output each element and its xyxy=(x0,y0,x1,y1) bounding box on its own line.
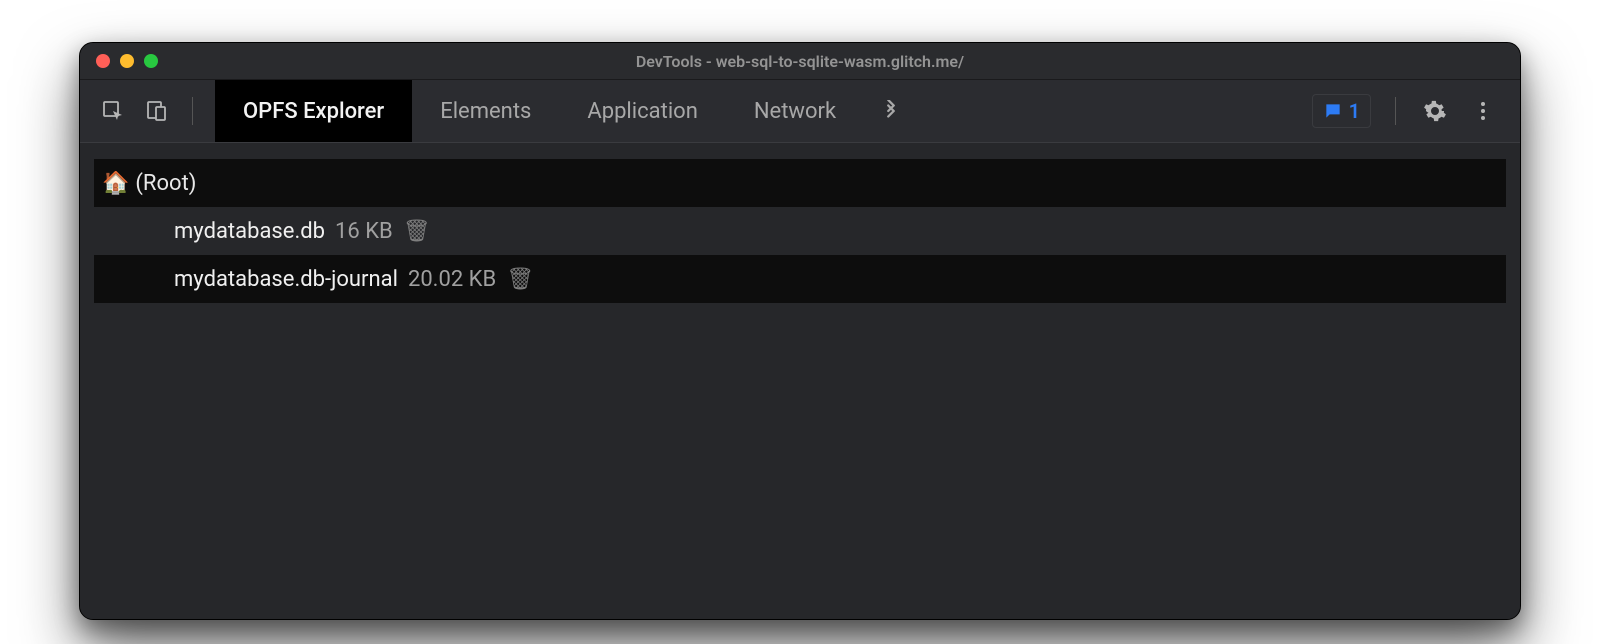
issues-count: 1 xyxy=(1349,99,1360,123)
maximize-window-button[interactable] xyxy=(144,54,158,68)
tab-elements[interactable]: Elements xyxy=(412,80,559,142)
home-icon: 🏠 xyxy=(102,171,129,196)
issues-badge[interactable]: 1 xyxy=(1312,94,1371,128)
gear-icon xyxy=(1423,99,1447,123)
devtools-window: DevTools - web-sql-to-sqlite-wasm.glitch… xyxy=(79,42,1521,620)
window-title: DevTools - web-sql-to-sqlite-wasm.glitch… xyxy=(80,52,1520,71)
tab-network[interactable]: Network xyxy=(726,80,864,142)
file-name: mydatabase.db-journal xyxy=(174,267,398,292)
settings-button[interactable] xyxy=(1420,96,1450,126)
tab-label: OPFS Explorer xyxy=(243,99,384,124)
traffic-lights xyxy=(96,54,158,68)
chat-icon xyxy=(1323,101,1343,121)
kebab-icon xyxy=(1471,99,1495,123)
panel-tabs: OPFS Explorer Elements Application Netwo… xyxy=(215,80,918,142)
tab-label: Application xyxy=(587,99,697,124)
devtools-toolbar: OPFS Explorer Elements Application Netwo… xyxy=(80,80,1520,143)
kebab-menu-button[interactable] xyxy=(1468,96,1498,126)
more-tabs-button[interactable] xyxy=(864,80,918,142)
tab-opfs-explorer[interactable]: OPFS Explorer xyxy=(215,80,412,142)
close-window-button[interactable] xyxy=(96,54,110,68)
file-size: 16 KB xyxy=(335,219,393,244)
tab-application[interactable]: Application xyxy=(559,80,725,142)
trash-icon[interactable]: 🗑 xyxy=(403,219,431,244)
titlebar: DevTools - web-sql-to-sqlite-wasm.glitch… xyxy=(80,43,1520,80)
trash-icon[interactable]: 🗑 xyxy=(506,267,534,292)
file-name: mydatabase.db xyxy=(174,219,325,244)
device-toolbar-icon[interactable] xyxy=(142,96,172,126)
toolbar-separator xyxy=(1395,97,1396,125)
root-label: (Root) xyxy=(135,171,196,196)
file-row[interactable]: mydatabase.db-journal 20.02 KB 🗑 xyxy=(94,255,1506,303)
opfs-explorer-panel: 🏠 (Root) mydatabase.db 16 KB 🗑 mydatabas… xyxy=(80,143,1520,619)
toolbar-separator xyxy=(192,97,193,125)
file-row[interactable]: mydatabase.db 16 KB 🗑 xyxy=(94,207,1506,255)
minimize-window-button[interactable] xyxy=(120,54,134,68)
inspect-element-icon[interactable] xyxy=(98,96,128,126)
tab-label: Network xyxy=(754,99,836,124)
file-size: 20.02 KB xyxy=(408,267,496,292)
root-row[interactable]: 🏠 (Root) xyxy=(94,159,1506,207)
tab-label: Elements xyxy=(440,99,531,124)
